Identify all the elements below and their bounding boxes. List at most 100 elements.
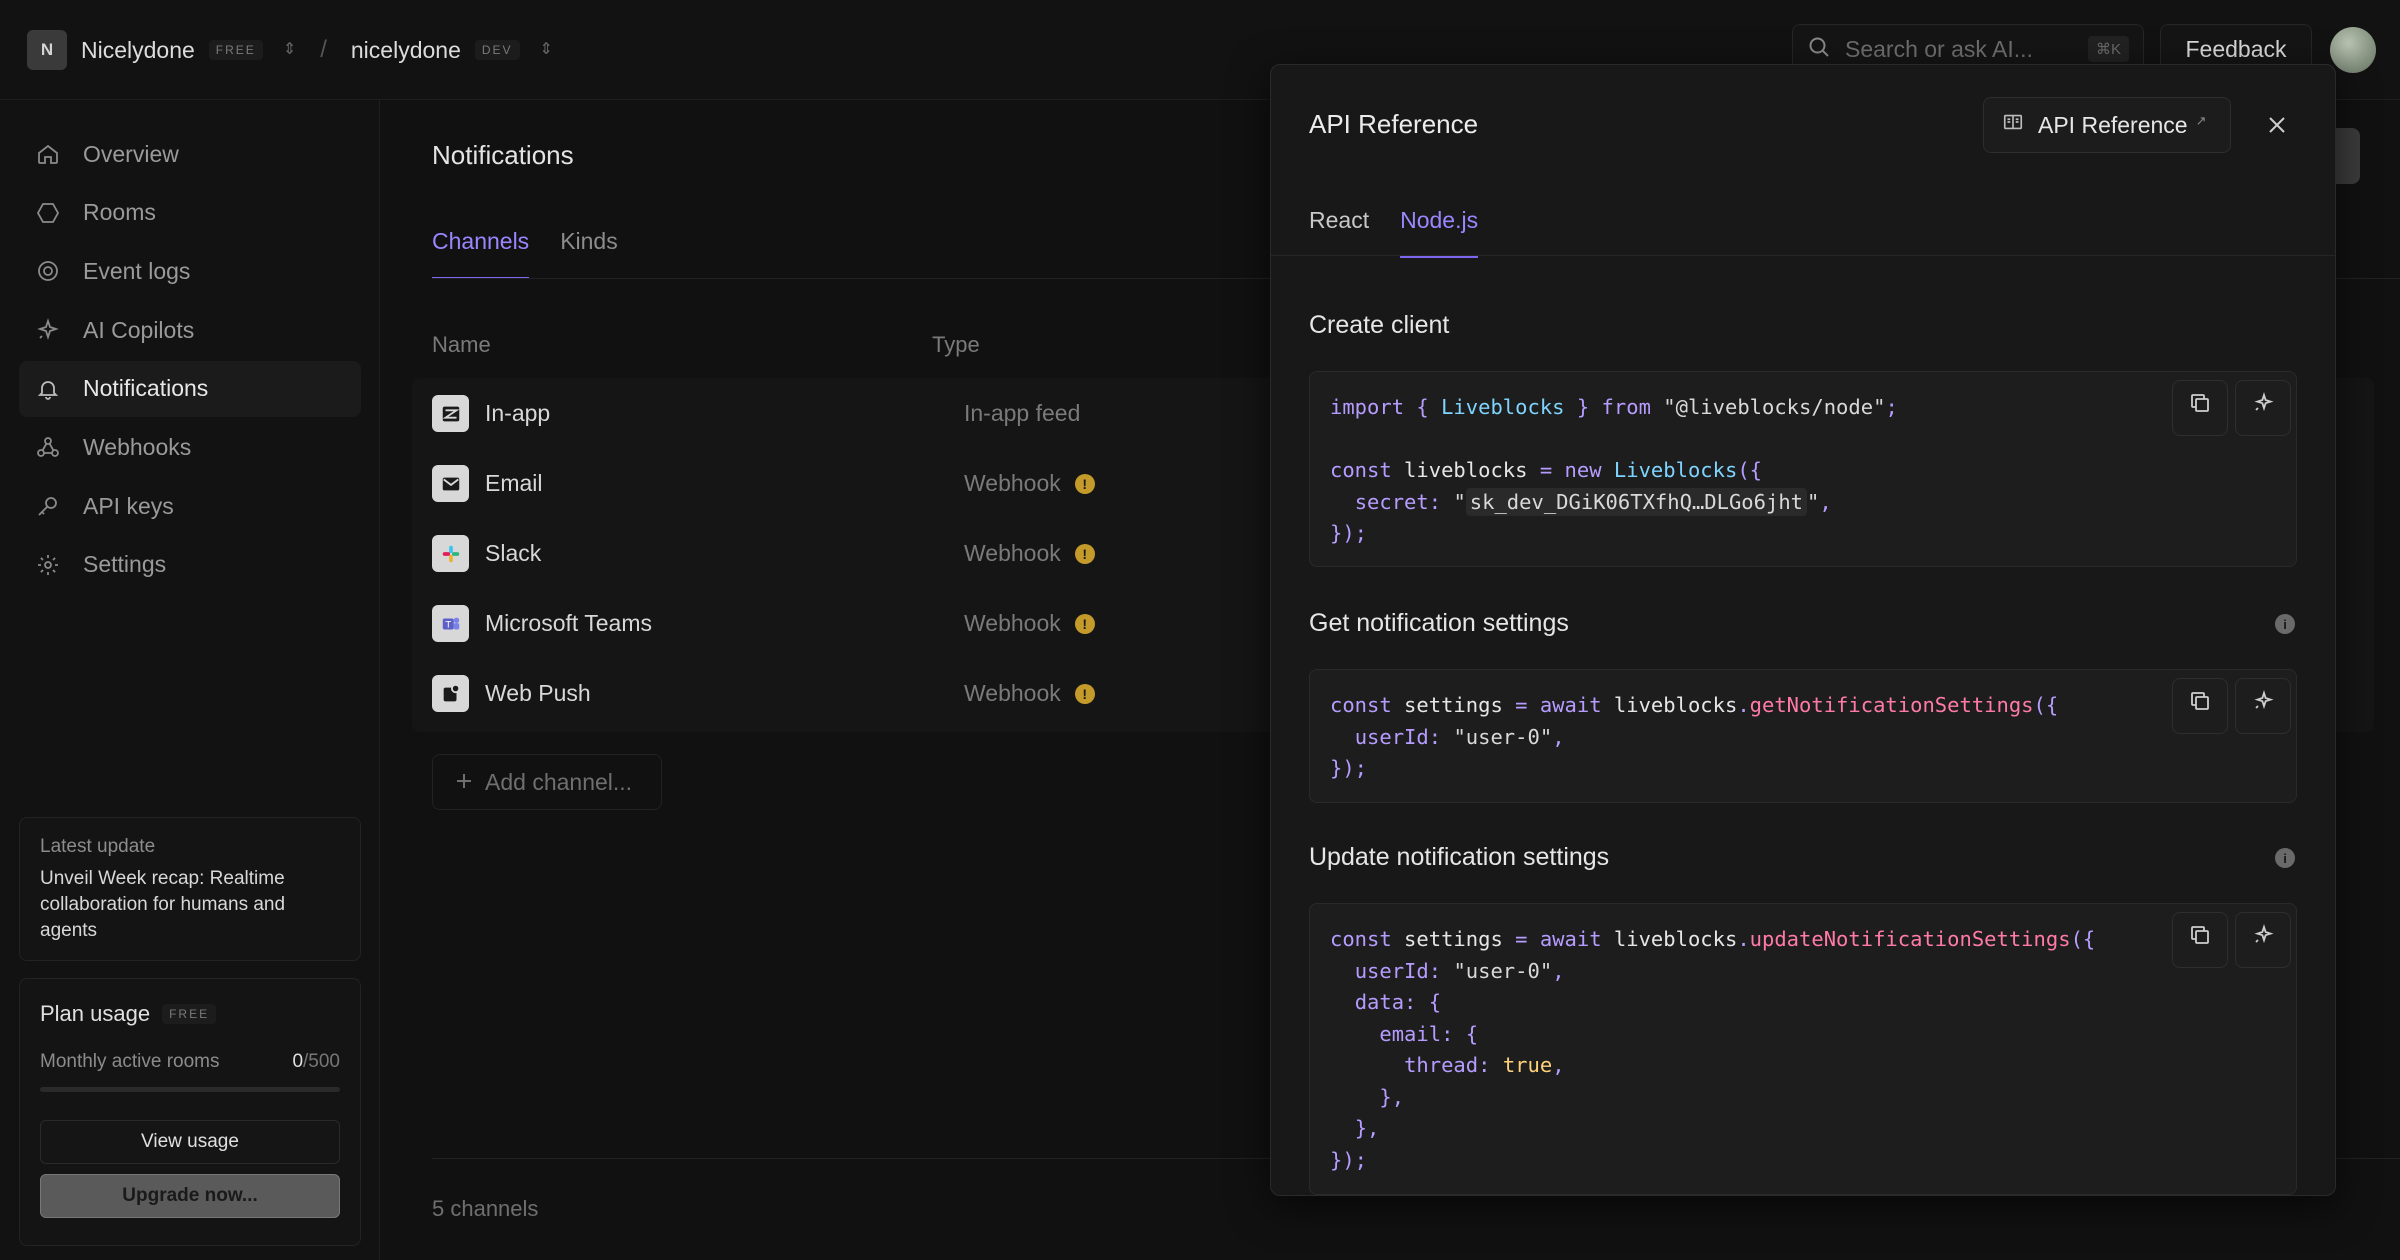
sidebar-item-rooms[interactable]: Rooms <box>19 185 361 241</box>
page-title: Notifications <box>432 140 574 170</box>
code-block-get-settings[interactable]: const settings = await liveblocks.getNot… <box>1309 669 2297 803</box>
latest-update-kicker: Latest update <box>40 836 156 857</box>
column-header-name[interactable]: Name <box>432 332 491 358</box>
panel-title: API Reference <box>1309 109 1479 139</box>
code-block-update-settings[interactable]: const settings = await liveblocks.update… <box>1309 903 2297 1195</box>
latest-update-card[interactable]: Latest update Unveil Week recap: Realtim… <box>19 817 361 961</box>
api-reference-link-button[interactable]: API Reference ↗ <box>1983 97 2231 153</box>
sparkle-icon <box>2251 391 2275 425</box>
copy-icon <box>2188 689 2212 723</box>
user-avatar[interactable] <box>2330 27 2376 73</box>
tab-kinds[interactable]: Kinds <box>560 228 618 279</box>
sidebar-item-label: Rooms <box>83 199 156 226</box>
plan-badge: FREE <box>162 1004 217 1024</box>
panel-tabs-divider <box>1271 255 2335 256</box>
org-name[interactable]: Nicelydone <box>81 37 195 64</box>
external-link-icon: ↗ <box>2195 113 2207 128</box>
sidebar-item-notifications[interactable]: Notifications <box>19 360 361 417</box>
bell-icon <box>35 376 61 402</box>
book-icon <box>2002 111 2024 139</box>
column-header-type[interactable]: Type <box>932 332 980 358</box>
channel-type: Webhook! <box>964 540 1095 567</box>
tab-nodejs[interactable]: Node.js <box>1400 207 1479 258</box>
ask-ai-button[interactable] <box>2235 912 2291 968</box>
info-icon[interactable]: i <box>2275 848 2295 868</box>
svg-text:T: T <box>444 619 451 630</box>
sparkle-icon <box>2251 923 2275 957</box>
sidebar-item-label: Overview <box>83 140 179 167</box>
view-usage-button[interactable]: View usage <box>40 1120 340 1164</box>
secret-value[interactable]: sk_dev_DGiK06TXfhQ…DLGo6jht <box>1465 487 1808 516</box>
tab-channels[interactable]: Channels <box>432 228 530 279</box>
code-method-update: updateNotificationSettings <box>1749 927 2071 951</box>
code-user-id-value: "user-0" <box>1453 724 1553 749</box>
usage-progress-bar <box>40 1087 340 1092</box>
close-icon[interactable] <box>2259 107 2295 143</box>
upgrade-button[interactable]: Upgrade now... <box>40 1174 340 1218</box>
teams-icon: T <box>432 605 469 642</box>
project-env-badge: DEV <box>474 40 520 60</box>
channel-type-label: Webhook <box>964 610 1061 636</box>
tab-react[interactable]: React <box>1309 207 1369 258</box>
copy-button[interactable] <box>2172 678 2228 734</box>
search-placeholder: Search or ask AI... <box>1845 35 2033 62</box>
sidebar-item-label: Notifications <box>83 375 209 402</box>
channel-name: In-app <box>485 400 551 426</box>
warning-icon[interactable]: ! <box>1074 613 1095 634</box>
info-icon[interactable]: i <box>2275 614 2295 634</box>
section-title-get-settings: Get notification settings <box>1309 609 1569 637</box>
chevron-updown-icon[interactable]: ⇕ <box>540 42 553 58</box>
code-block-create-client[interactable]: import { Liveblocks } from "@liveblocks/… <box>1309 371 2297 567</box>
webpush-icon <box>432 675 469 712</box>
section-title-create-client: Create client <box>1309 311 1450 339</box>
warning-icon[interactable]: ! <box>1074 683 1095 704</box>
sidebar: Overview Rooms Event logs AI Copilots No… <box>0 100 380 1260</box>
copy-button[interactable] <box>2172 380 2228 436</box>
org-switcher[interactable]: N Nicelydone FREE ⇕ / nicelydone DEV ⇕ <box>27 30 553 70</box>
plan-usage-card: Plan usage FREE Monthly active rooms 0/5… <box>19 978 361 1246</box>
sidebar-item-label: Webhooks <box>83 433 192 460</box>
channel-name: Email <box>485 470 543 496</box>
plan-metric-row: Monthly active rooms 0/500 <box>40 1051 340 1073</box>
channel-type: In-app feed <box>964 400 1080 427</box>
slack-icon <box>432 535 469 572</box>
sidebar-item-ai-copilots[interactable]: AI Copilots <box>19 302 361 358</box>
sidebar-item-api-keys[interactable]: API keys <box>19 478 361 534</box>
search-shortcut: ⌘K <box>2087 36 2129 62</box>
ask-ai-button[interactable] <box>2235 380 2291 436</box>
sidebar-item-event-logs[interactable]: Event logs <box>19 243 361 299</box>
hexagon-icon <box>35 200 61 226</box>
api-reference-link-label: API Reference <box>2038 111 2188 138</box>
channel-type-label: Webhook <box>964 470 1061 496</box>
breadcrumb-separator: / <box>320 36 327 63</box>
project-name[interactable]: nicelydone <box>351 37 461 64</box>
add-channel-button[interactable]: Add channel... <box>432 754 662 810</box>
target-icon <box>35 258 61 284</box>
plan-metric-limit: /500 <box>303 1051 340 1072</box>
add-channel-label: Add channel... <box>485 768 633 795</box>
sidebar-item-overview[interactable]: Overview <box>19 126 361 182</box>
org-avatar[interactable]: N <box>27 30 67 70</box>
channel-type: Webhook! <box>964 470 1095 497</box>
chevron-updown-icon[interactable]: ⇕ <box>283 42 296 58</box>
plus-icon <box>455 769 473 796</box>
channel-name: Web Push <box>485 680 591 706</box>
warning-icon[interactable]: ! <box>1074 473 1095 494</box>
gear-icon <box>35 552 61 578</box>
sidebar-item-settings[interactable]: Settings <box>19 537 361 593</box>
warning-icon[interactable]: ! <box>1074 543 1095 564</box>
copy-button[interactable] <box>2172 912 2228 968</box>
sparkle-icon <box>35 317 61 343</box>
code-method-get: getNotificationSettings <box>1749 693 2034 717</box>
language-tabs: React Node.js <box>1309 207 1479 258</box>
sidebar-item-label: Settings <box>83 551 167 578</box>
latest-update-text[interactable]: Unveil Week recap: Realtime collaboratio… <box>40 866 340 944</box>
inapp-icon <box>432 395 469 432</box>
code-thread-value: true <box>1502 1053 1553 1077</box>
sparkle-icon <box>2251 689 2275 723</box>
code-user-id-value: "user-0" <box>1453 958 1553 983</box>
sidebar-item-webhooks[interactable]: Webhooks <box>19 419 361 475</box>
plan-usage-title: Plan usage FREE <box>40 1001 340 1027</box>
key-icon <box>35 493 61 519</box>
ask-ai-button[interactable] <box>2235 678 2291 734</box>
